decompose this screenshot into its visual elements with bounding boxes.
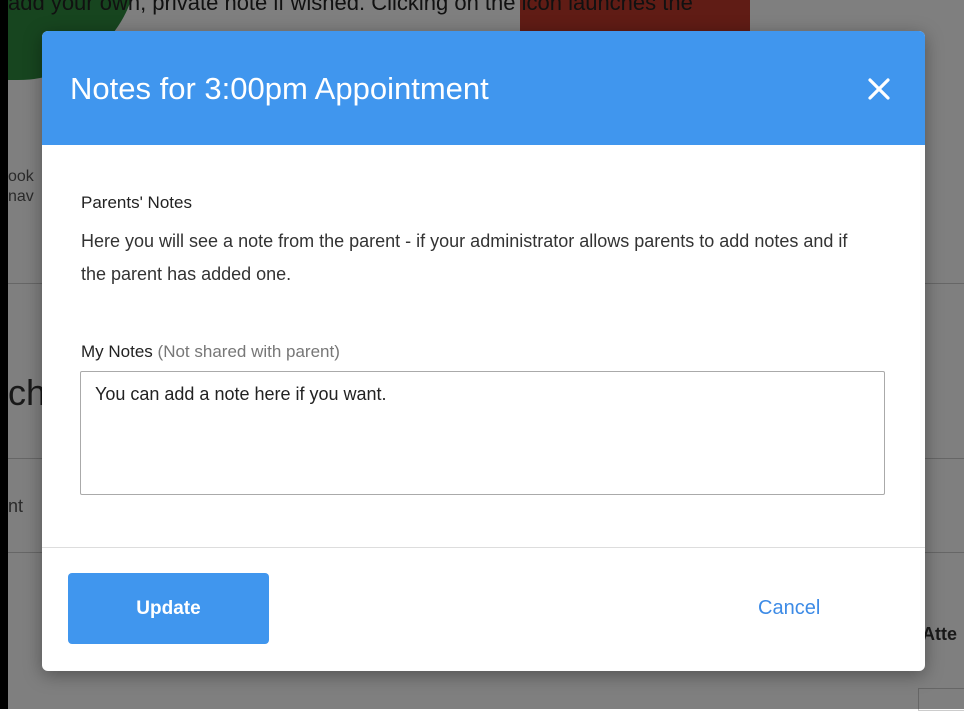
dialog-title: Notes for 3:00pm Appointment — [70, 71, 489, 106]
my-notes-label: My Notes (Not shared with parent) — [81, 342, 340, 362]
dialog-header: Notes for 3:00pm Appointment — [42, 31, 925, 145]
dialog-footer-divider — [42, 547, 925, 548]
my-notes-hint: (Not shared with parent) — [157, 342, 340, 361]
my-notes-textarea[interactable]: You can add a note here if you want. — [80, 371, 885, 495]
close-button[interactable] — [859, 69, 899, 109]
close-icon — [868, 78, 890, 100]
update-button[interactable]: Update — [68, 573, 269, 644]
dialog-body: Parents' Notes Here you will see a note … — [42, 145, 925, 547]
cancel-button[interactable]: Cancel — [758, 593, 820, 623]
notes-dialog: Notes for 3:00pm Appointment Parents' No… — [42, 31, 925, 671]
parents-notes-text: Here you will see a note from the parent… — [81, 231, 848, 284]
my-notes-label-text: My Notes — [81, 342, 153, 361]
left-edge — [0, 0, 8, 709]
parents-notes-label: Parents' Notes — [81, 193, 192, 212]
